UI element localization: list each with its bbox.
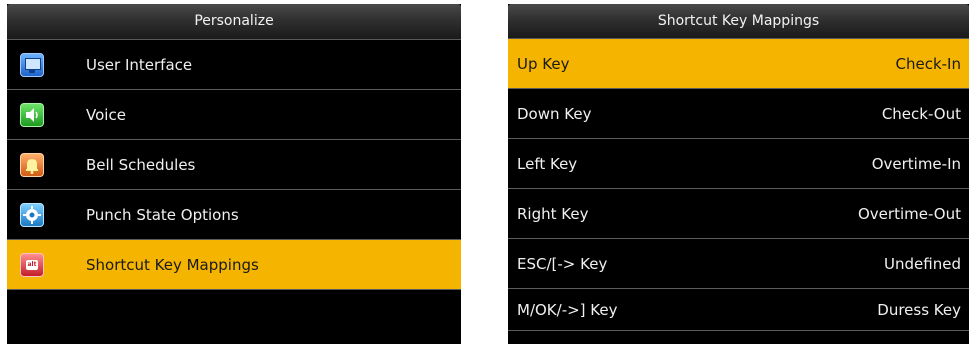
mapping-value: Overtime-In [871,155,961,173]
mapping-row-left-key[interactable]: Left Key Overtime-In [508,139,969,189]
shortcut-mappings-title: Shortcut Key Mappings [508,4,969,39]
gear-icon [20,203,44,227]
mapping-value: Check-In [895,55,962,73]
menu-item-label: User Interface [86,56,193,74]
monitor-icon [20,53,44,77]
menu-item-label: Voice [86,106,126,124]
menu-item-user-interface[interactable]: User Interface [7,40,461,90]
mapping-value: Overtime-Out [858,205,961,223]
mapping-row-up-key[interactable]: Up Key Check-In [508,39,969,89]
menu-item-voice[interactable]: Voice [7,90,461,140]
mapping-key-label: ESC/[-> Key [517,255,608,273]
mapping-row-down-key[interactable]: Down Key Check-Out [508,89,969,139]
menu-item-label: Punch State Options [86,206,239,224]
mapping-value: Check-Out [881,105,961,123]
bell-icon [20,153,44,177]
personalize-title: Personalize [7,4,461,40]
speaker-icon [20,103,44,127]
personalize-menu: User Interface Voice Bell Schedules Punc… [7,40,461,290]
personalize-screen: Personalize User Interface Voice Bell Sc… [7,4,461,344]
mapping-row-right-key[interactable]: Right Key Overtime-Out [508,189,969,239]
menu-item-bell-schedules[interactable]: Bell Schedules [7,140,461,190]
mapping-key-label: M/OK/->] Key [517,301,618,319]
mapping-row-mok-key[interactable]: M/OK/->] Key Duress Key [508,289,969,331]
menu-item-shortcut-key-mappings[interactable]: alt Shortcut Key Mappings [7,240,461,290]
mapping-row-esc-key[interactable]: ESC/[-> Key Undefined [508,239,969,289]
mapping-value: Duress Key [877,301,961,319]
shortcut-mappings-list: Up Key Check-In Down Key Check-Out Left … [508,39,969,331]
mapping-key-label: Down Key [517,105,592,123]
mapping-value: Undefined [884,255,961,273]
menu-item-label: Bell Schedules [86,156,196,174]
menu-item-punch-state-options[interactable]: Punch State Options [7,190,461,240]
mapping-key-label: Left Key [517,155,578,173]
keyboard-key-icon: alt [20,253,44,277]
mapping-key-label: Right Key [517,205,589,223]
shortcut-key-mappings-screen: Shortcut Key Mappings Up Key Check-In Do… [508,4,969,344]
mapping-key-label: Up Key [517,55,570,73]
menu-item-label: Shortcut Key Mappings [86,256,259,274]
